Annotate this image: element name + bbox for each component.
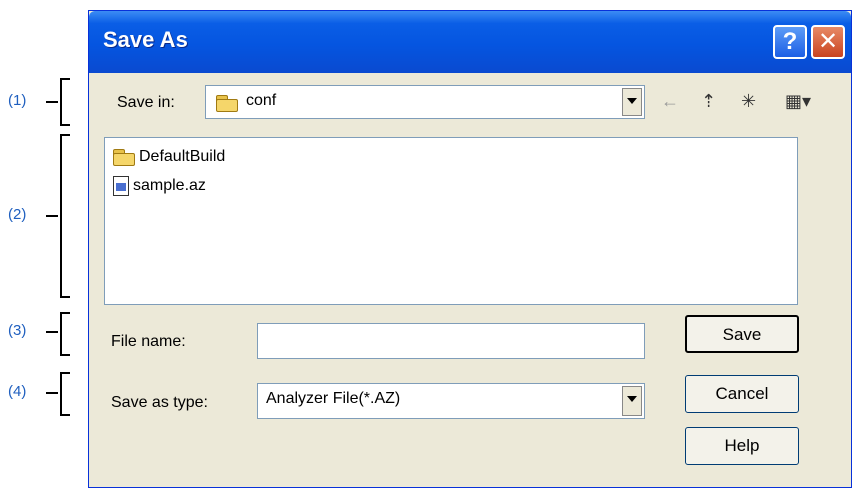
file-list[interactable]: DefaultBuild sample.az [104, 137, 798, 305]
up-one-level-icon[interactable]: ⇡ [701, 91, 716, 112]
folder-icon [113, 149, 135, 166]
cancel-button[interactable]: Cancel [685, 375, 799, 413]
folder-icon [216, 95, 238, 112]
callout-label-1: (1) [8, 92, 27, 109]
window-title: Save As [103, 27, 188, 52]
analyzer-file-icon [113, 176, 129, 196]
callout-label-2: (2) [8, 206, 27, 223]
save-in-combo[interactable]: conf [205, 85, 645, 119]
view-menu-icon[interactable]: ▦▾ [785, 91, 811, 112]
callout-label-4: (4) [8, 383, 27, 400]
help-button[interactable]: Help [685, 427, 799, 465]
file-name-field[interactable] [257, 323, 645, 359]
save-in-value: conf [246, 92, 277, 109]
save-as-dialog: Save As ? ✕ Save in: conf ← ⇡ ✳ ▦▾ Defau… [88, 10, 852, 488]
question-mark-icon: ? [782, 28, 798, 55]
title-bar[interactable]: Save As ? ✕ [89, 11, 851, 73]
callout-label-3: (3) [8, 322, 27, 339]
file-name: sample.az [133, 177, 206, 194]
help-title-button[interactable]: ? [773, 25, 807, 59]
save-as-type-label: Save as type: [111, 394, 208, 411]
back-arrow-icon[interactable]: ← [661, 91, 679, 112]
new-folder-icon[interactable]: ✳ [741, 91, 756, 112]
list-item-folder[interactable]: DefaultBuild [113, 148, 225, 166]
file-name-label: File name: [111, 333, 186, 350]
file-name: DefaultBuild [139, 148, 226, 165]
chevron-down-icon[interactable] [622, 88, 642, 116]
close-icon: ✕ [817, 28, 839, 55]
list-item-file[interactable]: sample.az [113, 176, 206, 196]
chevron-down-icon[interactable] [622, 386, 642, 416]
save-button[interactable]: Save [685, 315, 799, 353]
save-as-type-combo[interactable]: Analyzer File(*.AZ) [257, 383, 645, 419]
close-button[interactable]: ✕ [811, 25, 845, 59]
save-in-label: Save in: [117, 94, 175, 111]
save-as-type-value: Analyzer File(*.AZ) [266, 390, 401, 407]
